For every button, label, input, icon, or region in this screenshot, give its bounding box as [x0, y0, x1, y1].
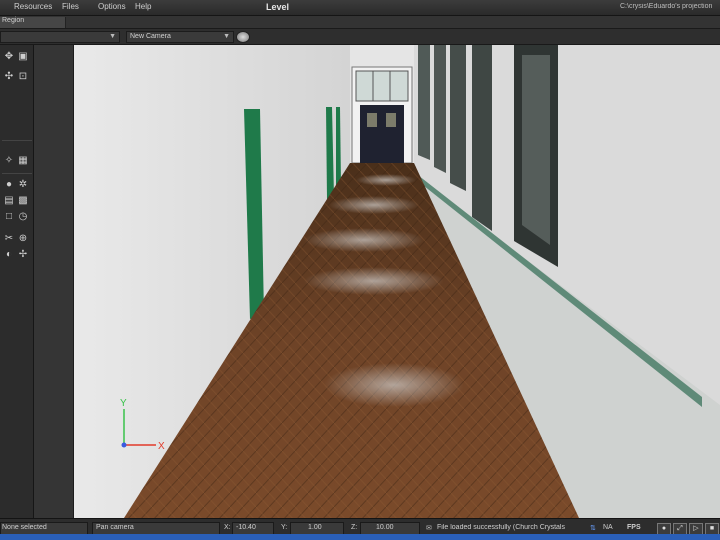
tool-panel: ✥ ▣ ✣ ⊡ ✧ ▦ ● ✲ ▤ ▩ □ ◷ ✂ ⊕ ◐ ✢ [0, 45, 34, 518]
corridor-scene: X Y [74, 45, 720, 518]
message-icon: ✉ [426, 525, 432, 532]
3d-viewport[interactable]: X Y [74, 45, 720, 518]
chevron-down-icon: ▼ [109, 33, 116, 40]
paint-icon[interactable]: ◐ [3, 249, 15, 261]
x-axis-label: X [158, 441, 165, 452]
object-icon[interactable]: ● [3, 179, 15, 191]
menu-resources[interactable]: Resources [14, 2, 52, 11]
select-tool-icon[interactable]: ✥ [3, 51, 15, 63]
y-coord-value: 1.00 [308, 524, 322, 531]
y-axis-label: Y [120, 398, 127, 409]
brush-icon[interactable]: ▤ [3, 195, 15, 207]
z-axis-dot [121, 442, 127, 448]
sub-bar: Region [0, 16, 720, 29]
play-icon: ▷ [693, 525, 699, 532]
menu-files[interactable]: Files [62, 2, 79, 11]
project-path: C:\crysis\Eduardo's projection [620, 3, 713, 10]
network-icon: ⇅ [590, 525, 596, 532]
menu-bar: Resources Files Options Help Level C:\cr… [0, 0, 720, 16]
panel-gutter [34, 45, 74, 518]
na-label: NA [603, 524, 613, 531]
x-coord-label: X: [224, 524, 231, 531]
x-coord-value: -10.40 [236, 524, 256, 531]
view-toolbar: ▼ New Camera ▼ [0, 29, 720, 45]
zoom-icon[interactable]: ⊕ [17, 233, 29, 245]
scale-tool-icon[interactable]: ⊡ [17, 71, 29, 83]
window-title: Level [266, 2, 290, 12]
move-tool-icon[interactable]: ✣ [3, 71, 15, 83]
z-coord-label: Z: [351, 524, 358, 531]
tab-region[interactable]: Region [0, 17, 66, 28]
chevron-down-icon: ▼ [223, 33, 230, 40]
camera-mode: Pan camera [96, 524, 134, 531]
rotate-icon[interactable]: ◷ [17, 211, 29, 223]
tool-divider [2, 140, 32, 141]
y-coord-label: Y: [281, 524, 288, 531]
square-icon[interactable]: □ [3, 211, 15, 223]
record-icon: ● [661, 525, 667, 532]
stop-icon: ■ [709, 525, 715, 532]
taskbar-strip [0, 534, 720, 540]
target-icon[interactable]: ✢ [17, 249, 29, 261]
navigate-icon[interactable]: ✧ [3, 155, 15, 167]
grid-icon[interactable]: ▦ [17, 155, 29, 167]
expand-icon: ⤢ [677, 525, 683, 532]
tool-divider [2, 173, 32, 174]
camera-options-button[interactable] [236, 31, 250, 43]
camera-dropdown-value: New Camera [130, 33, 171, 40]
menu-help[interactable]: Help [135, 2, 151, 11]
z-coord-value: 10.00 [376, 524, 394, 531]
fps-label: FPS [627, 524, 641, 531]
settings-icon[interactable]: ✲ [17, 179, 29, 191]
status-message: File loaded successfully (Church Crystal… [437, 524, 565, 531]
texture-icon[interactable]: ▩ [17, 195, 29, 207]
selection-status: None selected [2, 524, 47, 531]
layer-dropdown[interactable]: ▼ [0, 31, 120, 43]
camera-dropdown[interactable]: New Camera ▼ [126, 31, 234, 43]
menu-options[interactable]: Options [98, 2, 126, 11]
select-box-icon[interactable]: ▣ [17, 51, 29, 63]
cut-icon[interactable]: ✂ [3, 233, 15, 245]
